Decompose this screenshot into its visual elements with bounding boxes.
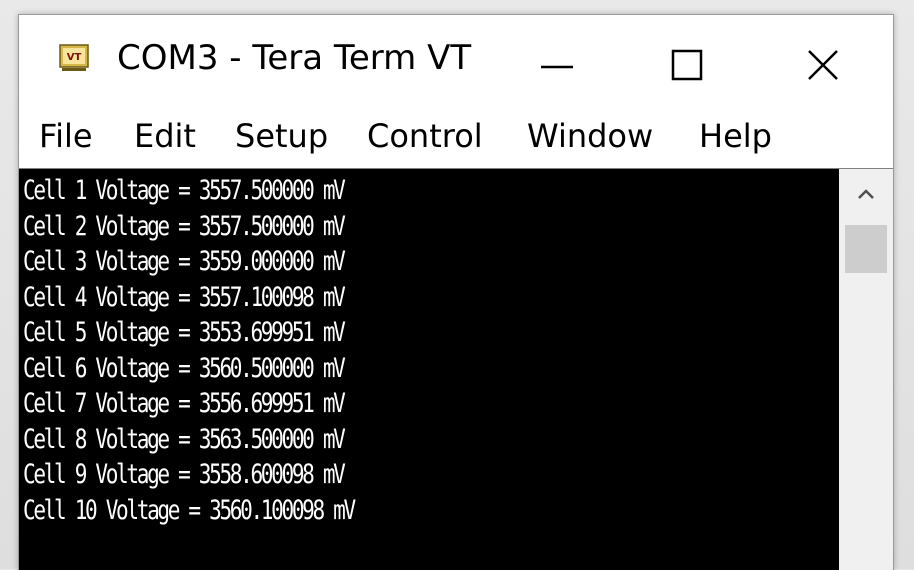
terminal-area: Cell 1 Voltage = 3557.500000 mV Cell 2 V… (19, 168, 893, 570)
scroll-up-button[interactable] (839, 169, 893, 219)
terminal-line: Cell 6 Voltage = 3560.500000 mV (23, 352, 346, 384)
terminal-line: Cell 8 Voltage = 3563.500000 mV (23, 423, 346, 455)
menu-item-control[interactable]: Control (367, 117, 483, 155)
minimize-icon (541, 65, 573, 69)
terminal-line: Cell 10 Voltage = 3560.100098 mV (23, 494, 356, 526)
scrollbar-thumb[interactable] (845, 225, 887, 273)
maximize-button[interactable] (647, 15, 727, 115)
terminal-line: Cell 3 Voltage = 3559.000000 mV (23, 246, 346, 277)
menu-item-file[interactable]: File (39, 117, 93, 155)
menu-item-setup[interactable]: Setup (235, 117, 328, 155)
menu-item-edit[interactable]: Edit (134, 117, 196, 155)
window-title: COM3 - Tera Term VT (117, 38, 472, 78)
terminal-screen[interactable]: Cell 1 Voltage = 3557.500000 mV Cell 2 V… (19, 169, 839, 570)
tera-term-window: VT COM3 - Tera Term VT File Edit Setup C… (18, 14, 894, 570)
terminal-line: Cell 5 Voltage = 3553.699951 mV (23, 317, 346, 348)
maximize-icon (671, 49, 703, 81)
terminal-line: Cell 4 Voltage = 3557.100098 mV (23, 281, 346, 313)
terminal-line: Cell 2 Voltage = 3557.500000 mV (23, 210, 346, 242)
minimize-button[interactable] (517, 15, 597, 115)
menu-item-help[interactable]: Help (699, 117, 772, 155)
app-icon-label: VT (67, 52, 82, 63)
terminal-output: Cell 1 Voltage = 3557.500000 mV Cell 2 V… (23, 173, 447, 528)
menu-item-window[interactable]: Window (527, 117, 653, 155)
menu-bar: File Edit Setup Control Window Help (19, 115, 893, 167)
close-button[interactable] (783, 15, 863, 115)
terminal-line: Cell 7 Voltage = 3556.699951 mV (23, 388, 346, 419)
tera-term-app-icon[interactable]: VT (59, 43, 89, 73)
terminal-line: Cell 1 Voltage = 3557.500000 mV (23, 175, 346, 206)
title-bar[interactable]: VT COM3 - Tera Term VT (19, 15, 893, 115)
vertical-scrollbar[interactable] (839, 169, 893, 570)
close-icon (808, 50, 838, 80)
chevron-up-icon (858, 189, 874, 199)
terminal-line: Cell 9 Voltage = 3558.600098 mV (23, 459, 346, 490)
